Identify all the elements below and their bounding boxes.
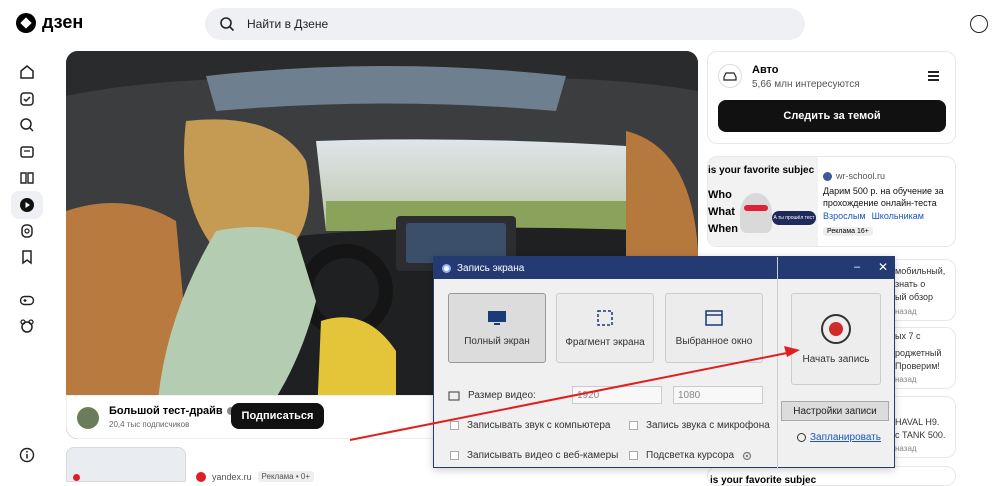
recorder-title: Запись экрана	[457, 262, 525, 274]
shorts-icon[interactable]	[17, 221, 37, 241]
recording-settings-button[interactable]: Настройки записи	[781, 401, 889, 421]
topic-subtitle: 5,66 млн интересуются	[752, 79, 860, 90]
clock-icon	[797, 433, 806, 442]
cat-illustration	[740, 193, 772, 233]
side-card-3-line-2: с TANK 500.	[895, 430, 946, 440]
bottom-ad-text: is your favorite subjec	[710, 475, 817, 486]
search-icon[interactable]	[17, 115, 37, 135]
feed-thumbnail[interactable]	[66, 447, 186, 482]
channel-subscribers: 20,4 тыс подписчиков	[109, 420, 190, 429]
ad-link-adults[interactable]: Взрослым	[823, 211, 866, 221]
width-value: 1920	[577, 389, 600, 401]
topic-menu-icon[interactable]	[928, 71, 939, 81]
fragment-icon	[597, 309, 613, 326]
subscriptions-icon[interactable]	[17, 89, 37, 109]
monitor-icon	[488, 310, 506, 325]
height-value: 1080	[678, 389, 701, 401]
mode-fragment-label: Фрагмент экрана	[565, 336, 645, 348]
ad-badge: Реклама 16+	[823, 227, 873, 236]
bottom-ad-card[interactable]: is your favorite subjec	[707, 466, 956, 486]
side-card-2-meta: назад	[895, 375, 917, 384]
recorder-titlebar[interactable]: Запись экрана – ✕	[434, 257, 894, 279]
dzen-logo-icon	[16, 12, 36, 33]
start-recording-button[interactable]: Начать запись	[791, 293, 881, 385]
start-recording-label: Начать запись	[802, 353, 870, 365]
webcam-label: Записывать видео с веб-камеры	[467, 450, 619, 461]
gear-icon[interactable]	[742, 451, 752, 461]
bookmark-icon[interactable]	[17, 247, 37, 267]
ad-card[interactable]: is your favorite subjec Who What When A …	[707, 156, 956, 247]
window-icon	[705, 309, 723, 326]
sound-pc-checkbox[interactable]	[450, 421, 459, 430]
mode-full-label: Полный экран	[464, 335, 530, 347]
topic-title: Авто	[752, 64, 779, 76]
ad-image-text-3: When	[708, 223, 738, 235]
feed-ad-label: Реклама • 0+	[257, 471, 314, 482]
recorder-divider	[777, 257, 778, 469]
schedule-link[interactable]: Запланировать	[810, 432, 881, 443]
screen-recorder-window: Запись экрана – ✕ Полный экран Фрагмент …	[433, 256, 895, 469]
thumbnail-dot	[73, 474, 80, 481]
side-card-3-line-1: HAVAL H9.	[895, 417, 940, 427]
video-icon[interactable]	[11, 191, 43, 219]
side-card-1-meta: назад	[895, 307, 917, 316]
car-icon	[718, 64, 742, 88]
news-icon[interactable]	[17, 142, 37, 162]
mode-window[interactable]: Выбранное окно	[665, 293, 763, 363]
ad-image: is your favorite subjec Who What When A …	[708, 157, 818, 246]
ad-source: wr-school.ru	[836, 171, 886, 181]
home-icon[interactable]	[17, 62, 37, 82]
mode-fragment[interactable]: Фрагмент экрана	[556, 293, 654, 363]
cursor-checkbox[interactable]	[629, 451, 638, 460]
side-card-1-line-1: мобильный,	[895, 266, 946, 276]
height-input[interactable]: 1080	[673, 386, 763, 404]
yandex-icon	[196, 471, 206, 482]
kids-icon[interactable]	[17, 316, 37, 336]
topic-card: Авто 5,66 млн интересуются Следить за те…	[707, 51, 956, 144]
side-card-1-line-3: ый обзор	[895, 292, 933, 302]
info-icon[interactable]	[17, 445, 37, 465]
ad-image-text-1: Who	[708, 189, 732, 201]
video-size-icon	[448, 390, 460, 401]
profile-icon[interactable]	[970, 15, 988, 33]
close-icon[interactable]: ✕	[878, 260, 888, 274]
channel-name[interactable]: Большой тест-драйв	[109, 405, 223, 417]
ad-image-text-2: What	[708, 206, 735, 218]
side-card-1-line-2: знать о	[895, 279, 926, 289]
minimize-icon[interactable]: –	[854, 261, 860, 273]
mode-window-label: Выбранное окно	[675, 335, 753, 347]
sound-pc-label: Записывать звук с компьютера	[467, 420, 611, 431]
search-icon	[220, 17, 235, 32]
ad-text: Дарим 500 р. на обучение за прохождение …	[823, 186, 944, 208]
size-label: Размер видео:	[468, 390, 536, 401]
search-bar[interactable]: Найти в Дзене	[205, 8, 805, 40]
cursor-label: Подсветка курсора	[646, 450, 735, 461]
ad-link-students[interactable]: Школьникам	[872, 211, 924, 221]
cat-label: A ты прошёл тест	[772, 211, 816, 225]
ad-image-text-top: is your favorite subjec	[708, 165, 815, 176]
articles-icon[interactable]	[17, 168, 37, 188]
sound-mic-checkbox[interactable]	[629, 421, 638, 430]
mode-full-screen[interactable]: Полный экран	[448, 293, 546, 363]
sound-mic-label: Запись звука с микрофона	[646, 420, 770, 431]
record-icon	[821, 313, 851, 344]
webcam-checkbox[interactable]	[450, 451, 459, 460]
recorder-app-icon	[442, 263, 451, 273]
channel-avatar[interactable]	[77, 407, 99, 429]
side-card-2-line-1: роджетный	[895, 348, 942, 358]
games-icon[interactable]	[17, 290, 37, 310]
follow-topic-button[interactable]: Следить за темой	[718, 100, 946, 132]
side-card-3-meta: назад	[895, 444, 917, 453]
dzen-logo[interactable]: дзен	[16, 12, 83, 33]
subscribe-button[interactable]: Подписаться	[231, 403, 324, 429]
side-card-2-line-3: Проверим!	[895, 361, 940, 371]
side-card-2-line-2: ых 7 с	[895, 331, 921, 341]
width-input[interactable]: 1920	[572, 386, 662, 404]
feed-source[interactable]: yandex.ru	[212, 472, 252, 482]
ad-source-icon	[823, 171, 832, 181]
logo-text: дзен	[42, 12, 84, 32]
search-placeholder: Найти в Дзене	[247, 17, 329, 31]
